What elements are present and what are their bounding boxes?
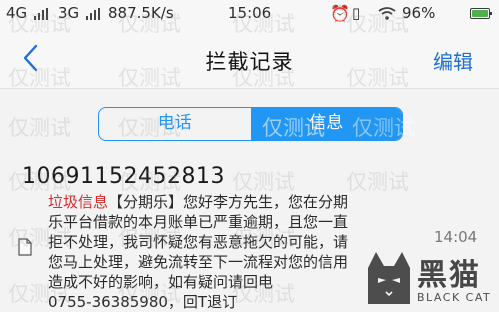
tab-messages[interactable]: 信息 xyxy=(250,108,402,140)
edit-button[interactable]: 编辑 xyxy=(433,46,473,75)
network-type-2: 3G xyxy=(58,4,80,22)
network-speed: 887.5K/s xyxy=(108,4,174,22)
message-text: 垃圾信息【分期乐】您好李方先生，您在分期 乐平台借款的本月账单已严重逾期，且您一… xyxy=(48,192,388,312)
wifi-icon xyxy=(378,7,396,20)
alarm-icon: ⏰ xyxy=(330,4,350,23)
signal-icon xyxy=(34,8,48,20)
segmented-control: 电话 信息 xyxy=(98,107,403,141)
message-line: 造成不好的影响，如有疑问请回电 xyxy=(48,273,274,291)
cat-logo-icon xyxy=(368,252,410,304)
message-line: 【分期乐】您好李方先生，您在分期 xyxy=(108,193,349,211)
sender-number: 10691152452813 xyxy=(22,164,225,189)
network-type-1: 4G xyxy=(6,4,28,22)
battery-percent: 96% xyxy=(402,4,436,22)
message-line: 拒不处理，我司怀疑您有恶意拖欠的可能，请 xyxy=(48,233,349,251)
brand-logo: 黑猫 BLACK CAT xyxy=(362,246,499,311)
nav-bar: 拦截记录 编辑 xyxy=(0,28,499,89)
message-time: 14:04 xyxy=(434,228,478,246)
message-line: 您马上处理，避免流转至下一流程对您的信用 xyxy=(48,253,349,271)
page-title: 拦截记录 xyxy=(205,50,294,74)
watermark: 仅测试 xyxy=(8,116,71,140)
battery-icon xyxy=(470,8,492,19)
message-file-icon xyxy=(18,238,32,256)
status-bar: 4G 3G 887.5K/s 15:06 ⏰ ▯ 96% xyxy=(0,0,499,28)
brand-name-en: BLACK CAT xyxy=(417,291,492,304)
message-line: 0755-36385980，回T退订 xyxy=(48,293,238,311)
vibrate-icon: ▯ xyxy=(352,4,361,22)
message-line: 乐平台借款的本月账单已严重逾期，且您一直 xyxy=(48,213,349,231)
brand-name: 黑猫 xyxy=(417,258,481,293)
signal-icon xyxy=(86,8,100,20)
status-time: 15:06 xyxy=(228,4,272,22)
tab-calls[interactable]: 电话 xyxy=(99,108,251,140)
spam-tag: 垃圾信息 xyxy=(48,193,109,211)
